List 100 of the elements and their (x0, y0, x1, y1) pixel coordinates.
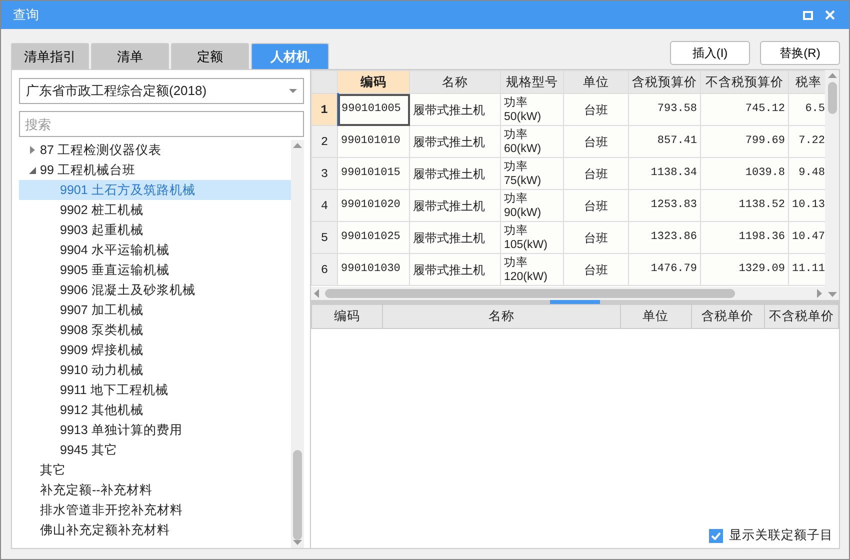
table-cell: 745.12 (700, 94, 788, 126)
column-header[interactable]: 不含税单价 (764, 304, 838, 328)
table-cell: 799.69 (700, 126, 788, 158)
scroll-up-icon[interactable] (828, 73, 837, 78)
tree-item[interactable]: 9903 起重机械 (19, 220, 291, 240)
table-cell: 履带式推土机 (410, 126, 500, 158)
scroll-thumb[interactable] (828, 82, 837, 114)
table-cell: 台班 (564, 94, 628, 126)
table-cell: 1198.36 (700, 222, 788, 254)
scroll-thumb[interactable] (325, 289, 735, 298)
tree-item[interactable]: 9901 土石方及筑路机械 (19, 180, 291, 200)
checkbox[interactable] (709, 528, 723, 543)
row-number[interactable]: 1 (312, 94, 338, 126)
tree-item[interactable]: 其它 (19, 460, 291, 480)
column-header[interactable]: 名称 (382, 304, 620, 328)
scrollbar[interactable] (311, 287, 826, 300)
tree-item[interactable]: 9913 单独计算的费用 (19, 420, 291, 440)
header-cell (312, 70, 338, 94)
table-cell: 6.5 (788, 94, 826, 126)
column-header[interactable]: 不含税预算价 (700, 70, 788, 94)
table-cell: 1253.83 (628, 190, 700, 222)
tree-item[interactable]: 99 工程机械台班 (19, 160, 291, 180)
table-cell: 1039.8 (700, 158, 788, 190)
row-number[interactable]: 6 (312, 254, 338, 286)
table-cell: 990101005 (338, 94, 410, 126)
table-cell: 1476.79 (628, 254, 700, 286)
table-cell: 功率 50(kW) (500, 94, 564, 126)
action-button[interactable]: 替换(R) (760, 41, 840, 65)
column-header[interactable]: 含税预算价 (628, 70, 700, 94)
tree-item[interactable]: 补充定额--补充材料 (19, 480, 291, 500)
table-cell: 台班 (564, 158, 628, 190)
scroll-down-icon[interactable] (828, 292, 837, 297)
table-cell: 990101025 (338, 222, 410, 254)
table-cell: 990101015 (338, 158, 410, 190)
splitter-handle[interactable] (550, 300, 600, 304)
scroll-left-icon[interactable] (314, 289, 319, 298)
action-button[interactable]: 插入(I) (670, 41, 750, 65)
search-field[interactable]: 搜索 (19, 111, 304, 137)
tree-item[interactable]: 9910 动力机械 (19, 360, 291, 380)
table-cell: 台班 (564, 222, 628, 254)
table-cell: 990101030 (338, 254, 410, 286)
column-header[interactable]: 编码 (312, 304, 382, 328)
table-cell: 10.47 (788, 222, 826, 254)
tab[interactable]: 清单指引 (11, 43, 89, 69)
table-cell: 1323.86 (628, 222, 700, 254)
tree-item[interactable]: 9902 桩工机械 (19, 200, 291, 220)
table-cell: 10.13 (788, 190, 826, 222)
tree-item[interactable]: 9905 垂直运输机械 (19, 260, 291, 280)
scroll-right-icon[interactable] (817, 289, 822, 298)
column-header[interactable]: 编码 (338, 70, 410, 94)
table-cell: 履带式推土机 (410, 222, 500, 254)
tree-item[interactable]: 9945 其它 (19, 440, 291, 460)
table-cell: 履带式推土机 (410, 94, 500, 126)
tree-item[interactable]: 9906 混凝土及砂浆机械 (19, 280, 291, 300)
tree-item[interactable]: 9904 水平运输机械 (19, 240, 291, 260)
row-number[interactable]: 5 (312, 222, 338, 254)
table-cell: 9.48 (788, 158, 826, 190)
scrollbar[interactable] (825, 70, 839, 300)
checkbox-label[interactable]: 显示关联定额子目 (729, 526, 833, 545)
column-header[interactable]: 含税单价 (691, 304, 764, 328)
tree-item[interactable]: 9911 地下工程机械 (19, 380, 291, 400)
scroll-up-icon[interactable] (293, 143, 302, 148)
tab[interactable]: 清单 (91, 43, 169, 69)
column-header[interactable]: 名称 (410, 70, 500, 94)
check-icon (711, 532, 721, 540)
table-cell: 履带式推土机 (410, 190, 500, 222)
maximize-icon (803, 10, 813, 20)
tree-item[interactable]: 9908 泵类机械 (19, 320, 291, 340)
column-header[interactable]: 规格型号 (500, 70, 564, 94)
table-cell: 1138.34 (628, 158, 700, 190)
table-cell: 功率 105(kW) (500, 222, 564, 254)
table-cell: 990101010 (338, 126, 410, 158)
tree-item[interactable]: 9909 焊接机械 (19, 340, 291, 360)
table-cell: 11.11 (788, 254, 826, 286)
table-cell: 1329.09 (700, 254, 788, 286)
scrollbar[interactable] (291, 140, 304, 548)
scroll-thumb[interactable] (293, 450, 302, 540)
row-number[interactable]: 2 (312, 126, 338, 158)
tree-item[interactable]: 佛山补充定额补充材料 (19, 520, 291, 540)
library-dropdown[interactable]: 广东省市政工程综合定额(2018) (19, 78, 304, 104)
column-header[interactable]: 单位 (620, 304, 692, 328)
table-cell: 990101020 (338, 190, 410, 222)
table-cell: 793.58 (628, 94, 700, 126)
caret-icon (289, 88, 297, 94)
column-header[interactable]: 税率 (788, 70, 826, 94)
tree-item[interactable]: 87 工程检测仪器仪表 (19, 140, 291, 160)
row-number[interactable]: 3 (312, 158, 338, 190)
table-cell: 1138.52 (700, 190, 788, 222)
column-header[interactable]: 单位 (564, 70, 628, 94)
table-cell: 台班 (564, 126, 628, 158)
tree-item[interactable]: 排水管道非开挖补充材料 (19, 500, 291, 520)
table-cell: 台班 (564, 254, 628, 286)
tab[interactable]: 定额 (171, 43, 249, 69)
table-cell: 7.22 (788, 126, 826, 158)
window-title: 查询 (13, 6, 40, 24)
collapse-icon[interactable] (28, 166, 36, 174)
expand-icon[interactable] (28, 146, 36, 154)
tree-item[interactable]: 9907 加工机械 (19, 300, 291, 320)
tree-item[interactable]: 9912 其他机械 (19, 400, 291, 420)
row-number[interactable]: 4 (312, 190, 338, 222)
